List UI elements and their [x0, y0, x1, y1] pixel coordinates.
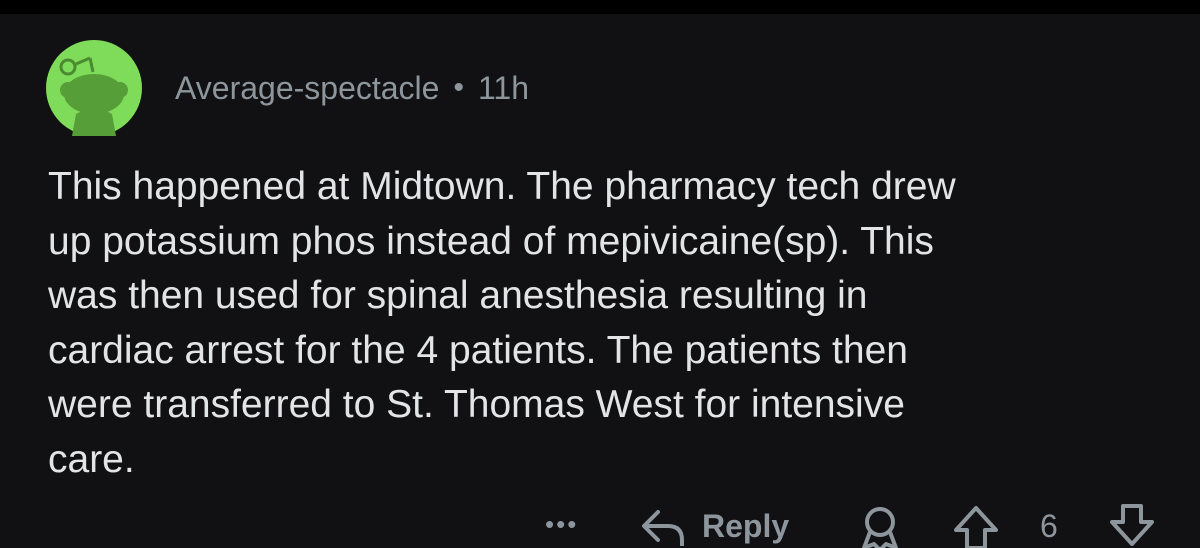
comment-header: Average-spectacle • 11h — [175, 66, 529, 110]
upvote-arrow-icon[interactable] — [952, 504, 1000, 548]
downvote-arrow-icon[interactable] — [1108, 502, 1156, 546]
reply-label: Reply — [702, 507, 790, 544]
comment-body: This happened at Midtown. The pharmacy t… — [48, 165, 956, 481]
reddit-snoo-icon — [46, 40, 142, 136]
author-name[interactable]: Average-spectacle — [175, 70, 439, 107]
avatar[interactable] — [46, 40, 142, 136]
award-icon[interactable] — [858, 504, 902, 548]
timestamp: 11h — [477, 69, 529, 106]
comment-actions: ••• Reply 6 — [0, 500, 1200, 548]
more-options-button[interactable]: ••• — [545, 511, 578, 537]
separator-dot: • — [453, 71, 464, 104]
reply-arrow-icon — [642, 510, 684, 546]
reply-button[interactable]: Reply — [638, 506, 789, 546]
vote-score: 6 — [1040, 508, 1058, 544]
top-strip — [0, 0, 1200, 14]
